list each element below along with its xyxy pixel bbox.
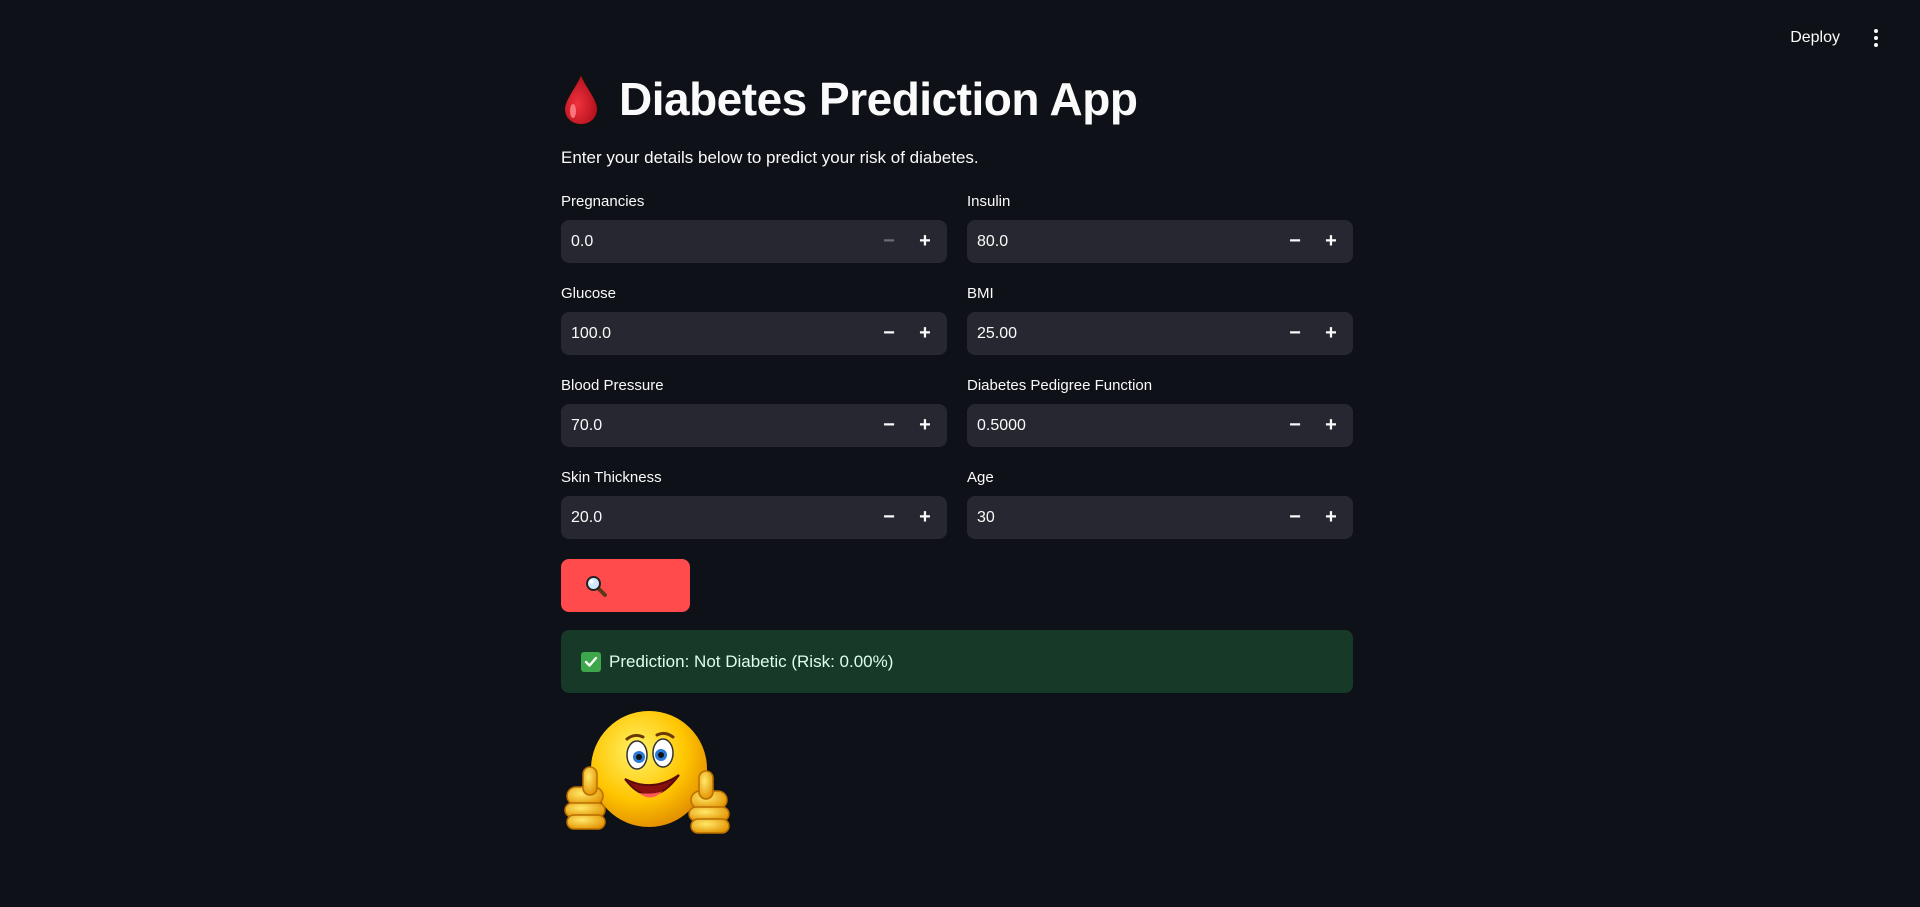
field-label-blood-pressure: Blood Pressure (561, 377, 664, 394)
page-title-text: Diabetes Prediction App (619, 73, 1138, 125)
field-insulin: Insulin −+ (967, 192, 1353, 264)
insulin-input[interactable] (967, 219, 1277, 264)
main-content: Diabetes Prediction App Enter your detai… (561, 0, 1353, 850)
age-increment-button[interactable]: + (1313, 496, 1349, 539)
number-input-bmi: −+ (967, 311, 1353, 356)
field-bmi: BMI −+ (967, 284, 1353, 356)
field-label-glucose: Glucose (561, 285, 617, 302)
field-label-pregnancies: Pregnancies (561, 193, 645, 210)
blood-pressure-increment-button[interactable]: + (907, 404, 943, 447)
diabetes-pedigree-function-input[interactable] (967, 403, 1277, 448)
number-input-blood-pressure: −+ (561, 403, 947, 448)
insulin-increment-button[interactable]: + (1313, 220, 1349, 263)
field-label-bmi: BMI (967, 285, 994, 302)
bmi-decrement-button[interactable]: − (1277, 312, 1313, 355)
skin-thickness-decrement-button[interactable]: − (871, 496, 907, 539)
prediction-result-text: Prediction: Not Diabetic (Risk: 0.00%) (609, 651, 894, 671)
blood-pressure-input[interactable] (561, 403, 871, 448)
magnifying-glass-icon (586, 575, 607, 597)
page-subtitle: Enter your details below to predict your… (561, 148, 979, 167)
insulin-decrement-button[interactable]: − (1277, 220, 1313, 263)
skin-thickness-input[interactable] (561, 495, 871, 540)
field-age: Age −+ (967, 468, 1353, 540)
blood-drop-icon (562, 71, 600, 127)
prediction-result-alert: Prediction: Not Diabetic (Risk: 0.00%) (561, 630, 1353, 693)
field-label-age: Age (967, 469, 994, 486)
field-label-insulin: Insulin (967, 193, 1011, 210)
number-input-diabetes-pedigree-function: −+ (967, 403, 1353, 448)
number-input-insulin: −+ (967, 219, 1353, 264)
thumbs-up-smiley-icon (564, 711, 730, 834)
bmi-increment-button[interactable]: + (1313, 312, 1349, 355)
blood-pressure-decrement-button[interactable]: − (871, 404, 907, 447)
diabetes-pedigree-function-decrement-button[interactable]: − (1277, 404, 1313, 447)
bmi-input[interactable] (967, 311, 1277, 356)
field-diabetes-pedigree-function: Diabetes Pedigree Function −+ (967, 376, 1353, 448)
number-input-age: −+ (967, 495, 1353, 540)
field-skin-thickness: Skin Thickness −+ (561, 468, 947, 540)
pregnancies-decrement-button[interactable]: − (871, 220, 907, 263)
skin-thickness-increment-button[interactable]: + (907, 496, 943, 539)
number-input-pregnancies: −+ (561, 219, 947, 264)
field-pregnancies: Pregnancies −+ (561, 192, 947, 264)
field-label-diabetes-pedigree-function: Diabetes Pedigree Function (967, 377, 1153, 394)
predict-button[interactable] (561, 559, 690, 612)
check-mark-icon (581, 651, 601, 672)
glucose-decrement-button[interactable]: − (871, 312, 907, 355)
glucose-increment-button[interactable]: + (907, 312, 943, 355)
field-glucose: Glucose −+ (561, 284, 947, 356)
number-input-skin-thickness: −+ (561, 495, 947, 540)
page-title: Diabetes Prediction App (561, 68, 1353, 130)
kebab-menu-icon[interactable] (1866, 23, 1886, 53)
input-form-grid: Pregnancies−+Insulin−+Glucose−+BMI−+Bloo… (561, 192, 1353, 540)
field-label-skin-thickness: Skin Thickness (561, 469, 662, 486)
deploy-button[interactable]: Deploy (1786, 23, 1844, 53)
number-input-glucose: −+ (561, 311, 947, 356)
age-decrement-button[interactable]: − (1277, 496, 1313, 539)
pregnancies-input[interactable] (561, 219, 871, 264)
age-input[interactable] (967, 495, 1277, 540)
app-toolbar: Deploy (1786, 0, 1920, 75)
diabetes-pedigree-function-increment-button[interactable]: + (1313, 404, 1349, 447)
glucose-input[interactable] (561, 311, 871, 356)
field-blood-pressure: Blood Pressure −+ (561, 376, 947, 448)
pregnancies-increment-button[interactable]: + (907, 220, 943, 263)
